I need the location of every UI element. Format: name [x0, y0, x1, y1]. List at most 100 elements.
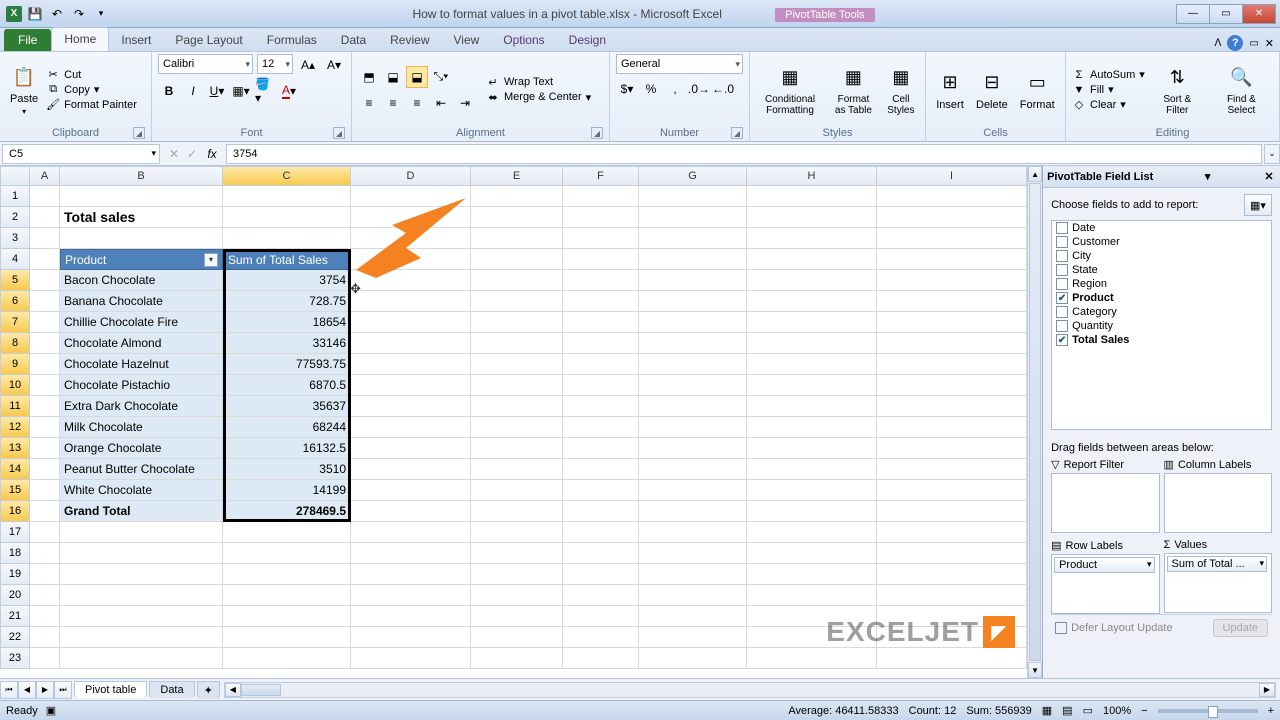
fx-icon[interactable]: fx: [202, 147, 222, 161]
values-field-pill[interactable]: Sum of Total ...: [1167, 556, 1267, 572]
field-checkbox[interactable]: ✔: [1056, 292, 1068, 304]
dialog-launcher-icon[interactable]: ◢: [731, 127, 743, 139]
view-tab[interactable]: View: [442, 29, 492, 51]
pivot-header-product[interactable]: Product▾: [60, 249, 223, 270]
row-header-4[interactable]: 4: [0, 249, 30, 270]
update-button[interactable]: Update: [1213, 619, 1268, 637]
row-header-11[interactable]: 11: [0, 396, 30, 417]
column-header-H[interactable]: H: [747, 166, 877, 186]
field-checkbox[interactable]: [1056, 306, 1068, 318]
field-checkbox[interactable]: [1056, 222, 1068, 234]
clear-button[interactable]: ◇Clear ▾: [1072, 98, 1145, 112]
last-sheet-icon[interactable]: ⏭: [54, 681, 72, 699]
field-checkbox[interactable]: [1056, 278, 1068, 290]
row-header-13[interactable]: 13: [0, 438, 30, 459]
sheet-tab-pivot[interactable]: Pivot table: [74, 681, 147, 698]
row-labels-dropzone[interactable]: Product: [1051, 554, 1159, 614]
format-painter-button[interactable]: 🖌Format Painter: [46, 98, 137, 112]
help-icon[interactable]: ?: [1227, 35, 1243, 51]
font-color-button[interactable]: A▾: [278, 80, 300, 102]
values-dropzone[interactable]: Sum of Total ...: [1164, 553, 1272, 613]
font-name-combo[interactable]: Calibri: [158, 54, 253, 74]
scroll-left-icon[interactable]: ◀: [225, 683, 241, 697]
formula-input[interactable]: 3754: [226, 144, 1262, 164]
copy-button[interactable]: ⧉Copy ▾: [46, 83, 137, 97]
qat-dropdown-icon[interactable]: ▾: [92, 5, 110, 23]
field-item-state[interactable]: State: [1052, 263, 1271, 277]
row-header-7[interactable]: 7: [0, 312, 30, 333]
expand-formula-bar-icon[interactable]: ⌄: [1264, 144, 1280, 164]
align-left-icon[interactable]: ≡: [358, 92, 380, 114]
minimize-ribbon-icon[interactable]: ᐱ: [1214, 38, 1221, 49]
column-header-F[interactable]: F: [563, 166, 639, 186]
row-header-6[interactable]: 6: [0, 291, 30, 312]
insert-cells-button[interactable]: ⊞Insert: [932, 67, 968, 113]
cells-area[interactable]: ✥ Total salesProduct▾Sum of Total SalesB…: [30, 186, 1027, 678]
view-layout-icon[interactable]: ▤: [1062, 704, 1072, 717]
currency-icon[interactable]: $▾: [616, 78, 638, 100]
row-header-8[interactable]: 8: [0, 333, 30, 354]
row-header-1[interactable]: 1: [0, 186, 30, 207]
restore-workbook-icon[interactable]: ▭: [1249, 38, 1258, 49]
column-header-E[interactable]: E: [471, 166, 563, 186]
column-header-B[interactable]: B: [60, 166, 223, 186]
horizontal-scrollbar[interactable]: ◀ ▶: [224, 682, 1276, 698]
field-checkbox[interactable]: [1056, 320, 1068, 332]
insert-tab[interactable]: Insert: [109, 29, 163, 51]
zoom-out-icon[interactable]: −: [1141, 705, 1147, 717]
font-size-combo[interactable]: 12: [257, 54, 293, 74]
conditional-formatting-button[interactable]: ▦Conditional Formatting: [756, 62, 824, 118]
undo-icon[interactable]: ↶: [48, 5, 66, 23]
align-center-icon[interactable]: ≡: [382, 92, 404, 114]
paste-button[interactable]: 📋 Paste ▾: [6, 61, 42, 118]
minimize-button[interactable]: —: [1176, 4, 1210, 24]
row-header-14[interactable]: 14: [0, 459, 30, 480]
zoom-slider[interactable]: [1158, 709, 1258, 713]
view-normal-icon[interactable]: ▦: [1042, 704, 1052, 717]
fill-button[interactable]: ▼Fill ▾: [1072, 83, 1145, 97]
column-header-I[interactable]: I: [877, 166, 1027, 186]
merge-center-button[interactable]: ⬌Merge & Center ▾: [486, 90, 591, 104]
maximize-button[interactable]: ▭: [1209, 4, 1243, 24]
design-tab[interactable]: Design: [557, 29, 618, 51]
cell-styles-button[interactable]: ▦Cell Styles: [883, 62, 919, 118]
field-checkbox[interactable]: ✔: [1056, 334, 1068, 346]
underline-button[interactable]: U▾: [206, 80, 228, 102]
scroll-thumb[interactable]: [1029, 183, 1041, 661]
column-header-D[interactable]: D: [351, 166, 471, 186]
row-header-22[interactable]: 22: [0, 627, 30, 648]
row-header-5[interactable]: 5: [0, 270, 30, 291]
redo-icon[interactable]: ↷: [70, 5, 88, 23]
row-header-16[interactable]: 16: [0, 501, 30, 522]
find-select-button[interactable]: 🔍Find & Select: [1210, 62, 1273, 118]
row-header-21[interactable]: 21: [0, 606, 30, 627]
first-sheet-icon[interactable]: ⏮: [0, 681, 18, 699]
field-item-city[interactable]: City: [1052, 249, 1271, 263]
field-checkbox[interactable]: [1056, 264, 1068, 276]
report-filter-dropzone[interactable]: [1051, 473, 1159, 533]
formulas-tab[interactable]: Formulas: [255, 29, 329, 51]
decrease-indent-icon[interactable]: ⇤: [430, 92, 452, 114]
delete-cells-button[interactable]: ⊟Delete: [972, 67, 1012, 113]
column-header-G[interactable]: G: [639, 166, 747, 186]
row-header-23[interactable]: 23: [0, 648, 30, 669]
row-header-9[interactable]: 9: [0, 354, 30, 375]
increase-decimal-icon[interactable]: .0→: [688, 78, 710, 100]
cut-button[interactable]: ✂Cut: [46, 68, 137, 82]
vertical-scrollbar[interactable]: ▲ ▼: [1027, 166, 1042, 678]
row-header-20[interactable]: 20: [0, 585, 30, 606]
page-layout-tab[interactable]: Page Layout: [163, 29, 254, 51]
number-format-combo[interactable]: General: [616, 54, 743, 74]
comma-icon[interactable]: ,: [664, 78, 686, 100]
file-tab[interactable]: File: [4, 29, 51, 51]
row-header-18[interactable]: 18: [0, 543, 30, 564]
increase-font-icon[interactable]: A▴: [297, 54, 319, 76]
row-header-10[interactable]: 10: [0, 375, 30, 396]
dialog-launcher-icon[interactable]: ◢: [591, 127, 603, 139]
italic-button[interactable]: I: [182, 80, 204, 102]
wrap-text-button[interactable]: ↵Wrap Text: [486, 75, 591, 89]
field-item-total-sales[interactable]: ✔Total Sales: [1052, 333, 1271, 347]
bold-button[interactable]: B: [158, 80, 180, 102]
scroll-up-icon[interactable]: ▲: [1028, 166, 1042, 182]
row-header-15[interactable]: 15: [0, 480, 30, 501]
